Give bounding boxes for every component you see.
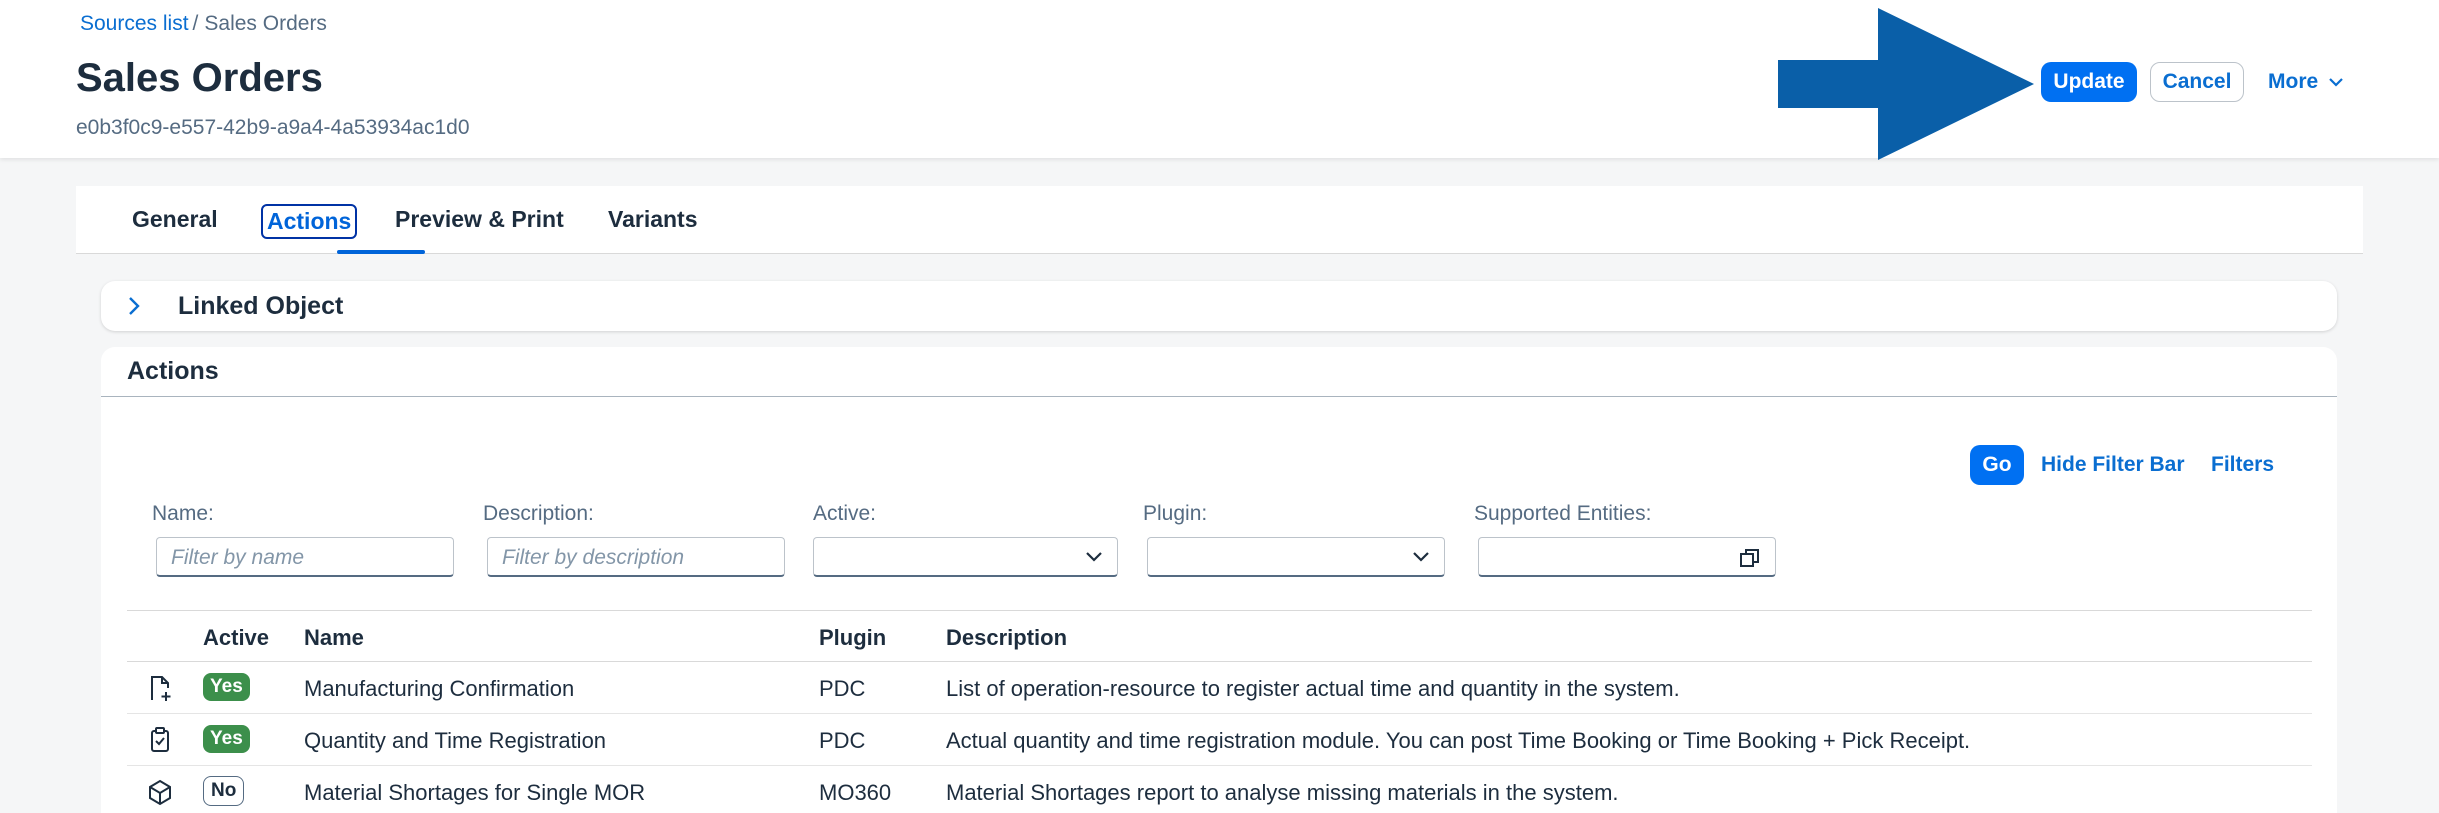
- page-title: Sales Orders: [76, 56, 323, 100]
- filter-active-select[interactable]: [813, 537, 1118, 577]
- tab-variants[interactable]: Variants: [604, 204, 702, 235]
- cube-icon: [147, 778, 173, 812]
- row-plugin: MO360: [819, 780, 892, 805]
- page-subtitle-id: e0b3f0c9-e557-42b9-a9a4-4a53934ac1d0: [76, 116, 470, 139]
- actions-panel-header: Actions: [101, 347, 2337, 397]
- filter-entities-label: Supported Entities:: [1474, 502, 1652, 525]
- linked-object-title: Linked Object: [178, 292, 344, 320]
- actions-panel-title: Actions: [127, 357, 219, 385]
- status-badge: Yes: [203, 725, 250, 753]
- filter-name-input[interactable]: Filter by name: [156, 537, 454, 577]
- table-header-row: Active Name Plugin Description: [127, 610, 2312, 662]
- filter-name-label: Name:: [152, 502, 214, 525]
- active-status: Yes: [203, 672, 250, 701]
- row-description: List of operation-resource to register a…: [946, 676, 1680, 701]
- row-name: Manufacturing Confirmation: [304, 676, 575, 701]
- tab-bar: General Actions Preview & Print Variants: [76, 186, 2363, 254]
- filter-description-placeholder: Filter by description: [502, 546, 685, 569]
- chevron-down-icon: [1413, 552, 1429, 562]
- column-header-description[interactable]: Description: [946, 625, 1067, 651]
- actions-panel: Actions Go Hide Filter Bar Filters Name:…: [101, 347, 2337, 813]
- go-button[interactable]: Go: [1970, 445, 2024, 485]
- filter-plugin-select[interactable]: [1147, 537, 1445, 577]
- clipboard-check-icon: [147, 726, 173, 760]
- chevron-right-icon[interactable]: [127, 295, 141, 317]
- filter-name-placeholder: Filter by name: [171, 546, 305, 569]
- table-row[interactable]: No Material Shortages for Single MOR MO3…: [127, 766, 2312, 813]
- breadcrumb-separator: /: [192, 12, 199, 35]
- document-add-icon: [147, 674, 173, 708]
- value-help-icon[interactable]: [1739, 547, 1761, 569]
- filter-entities-input[interactable]: [1478, 537, 1776, 577]
- filters-link[interactable]: Filters: [2211, 453, 2274, 477]
- filter-description-label: Description:: [483, 502, 594, 525]
- object-page-header: Sources list / Sales Orders Sales Orders e…: [0, 0, 2439, 160]
- cancel-button[interactable]: Cancel: [2150, 62, 2244, 102]
- active-status: Yes: [203, 724, 250, 753]
- annotation-arrow-icon: [1778, 8, 2034, 160]
- tab-general[interactable]: General: [128, 204, 222, 235]
- actions-table: Active Name Plugin Description Yes Manuf…: [127, 610, 2312, 813]
- hide-filter-bar-link[interactable]: Hide Filter Bar: [2041, 453, 2185, 477]
- filter-description-input[interactable]: Filter by description: [487, 537, 785, 577]
- breadcrumb: Sources list / Sales Orders: [80, 12, 327, 36]
- tab-active-indicator: [337, 250, 425, 254]
- filter-plugin-label: Plugin:: [1143, 502, 1208, 525]
- table-row[interactable]: Yes Quantity and Time Registration PDC A…: [127, 714, 2312, 766]
- breadcrumb-link-sources-list[interactable]: Sources list: [80, 12, 189, 35]
- chevron-down-icon: [1086, 552, 1102, 562]
- row-description: Actual quantity and time registration mo…: [946, 728, 1971, 753]
- tab-actions[interactable]: Actions: [261, 204, 358, 239]
- row-plugin: PDC: [819, 676, 866, 701]
- row-plugin: PDC: [819, 728, 866, 753]
- chevron-down-icon: [2329, 78, 2343, 87]
- more-label: More: [2268, 70, 2319, 93]
- breadcrumb-current: Sales Orders: [204, 12, 327, 35]
- filter-active-label: Active:: [813, 502, 877, 525]
- status-badge: No: [203, 776, 245, 806]
- active-status: No: [203, 776, 245, 806]
- row-description: Material Shortages report to analyse mis…: [946, 780, 1619, 805]
- status-badge: Yes: [203, 673, 250, 701]
- tab-preview-print[interactable]: Preview & Print: [391, 204, 568, 235]
- more-button[interactable]: More: [2268, 62, 2358, 102]
- linked-object-panel[interactable]: Linked Object: [101, 281, 2337, 331]
- column-header-name[interactable]: Name: [304, 625, 364, 651]
- column-header-plugin[interactable]: Plugin: [819, 625, 886, 651]
- column-header-active[interactable]: Active: [203, 625, 269, 651]
- row-name: Material Shortages for Single MOR: [304, 780, 646, 805]
- row-name: Quantity and Time Registration: [304, 728, 607, 753]
- update-button[interactable]: Update: [2041, 62, 2137, 102]
- table-row[interactable]: Yes Manufacturing Confirmation PDC List …: [127, 662, 2312, 714]
